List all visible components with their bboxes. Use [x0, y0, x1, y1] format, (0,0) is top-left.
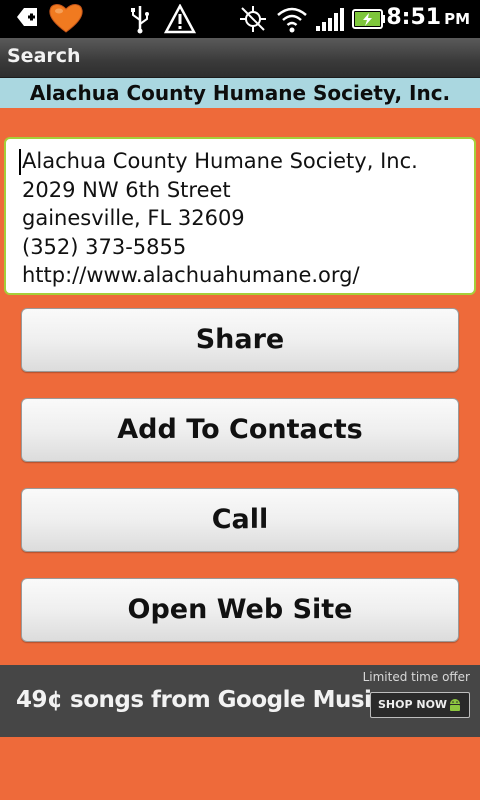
share-button[interactable]: Share [21, 308, 459, 372]
address-line-city: gainesville, FL 32609 [22, 206, 245, 230]
ad-offer-text: Limited time offer [362, 670, 470, 684]
add-to-contacts-button[interactable]: Add To Contacts [21, 398, 459, 462]
text-cursor [19, 149, 21, 175]
android-icon [447, 697, 463, 722]
status-time: 8:51 PM [386, 5, 470, 30]
open-web-site-button[interactable]: Open Web Site [21, 578, 459, 642]
call-button[interactable]: Call [21, 488, 459, 552]
shop-now-button[interactable]: SHOP NOW [370, 692, 470, 718]
wifi-icon [276, 4, 308, 38]
address-line-phone: (352) 373-5855 [22, 234, 187, 259]
address-text-area[interactable]: Alachua County Humane Society, Inc. 2029… [4, 137, 476, 295]
battery-charging-icon [352, 8, 386, 34]
org-header: Alachua County Humane Society, Inc. [0, 78, 480, 108]
title-bar: Search [0, 38, 480, 78]
gps-icon [238, 4, 268, 38]
usb-icon [128, 4, 152, 38]
status-bar: 8:51 PM [0, 0, 480, 38]
ad-banner[interactable]: Limited time offer 49¢ songs from Google… [0, 665, 480, 737]
window-title: Search [7, 45, 81, 67]
address-line-street: 2029 NW 6th Street [22, 177, 231, 202]
address-line-website: http://www.alachuahumane.org/ [22, 263, 360, 287]
warning-icon [163, 3, 197, 38]
ad-headline: 49¢ songs from Google Music. [16, 687, 393, 713]
org-name: Alachua County Humane Society, Inc. [29, 81, 451, 105]
add-contact-icon [14, 4, 40, 34]
address-line-name: Alachua County Humane Society, Inc. [22, 149, 418, 173]
heart-icon [48, 2, 84, 38]
shop-now-label: SHOP NOW [378, 698, 448, 711]
signal-icon [314, 4, 346, 38]
